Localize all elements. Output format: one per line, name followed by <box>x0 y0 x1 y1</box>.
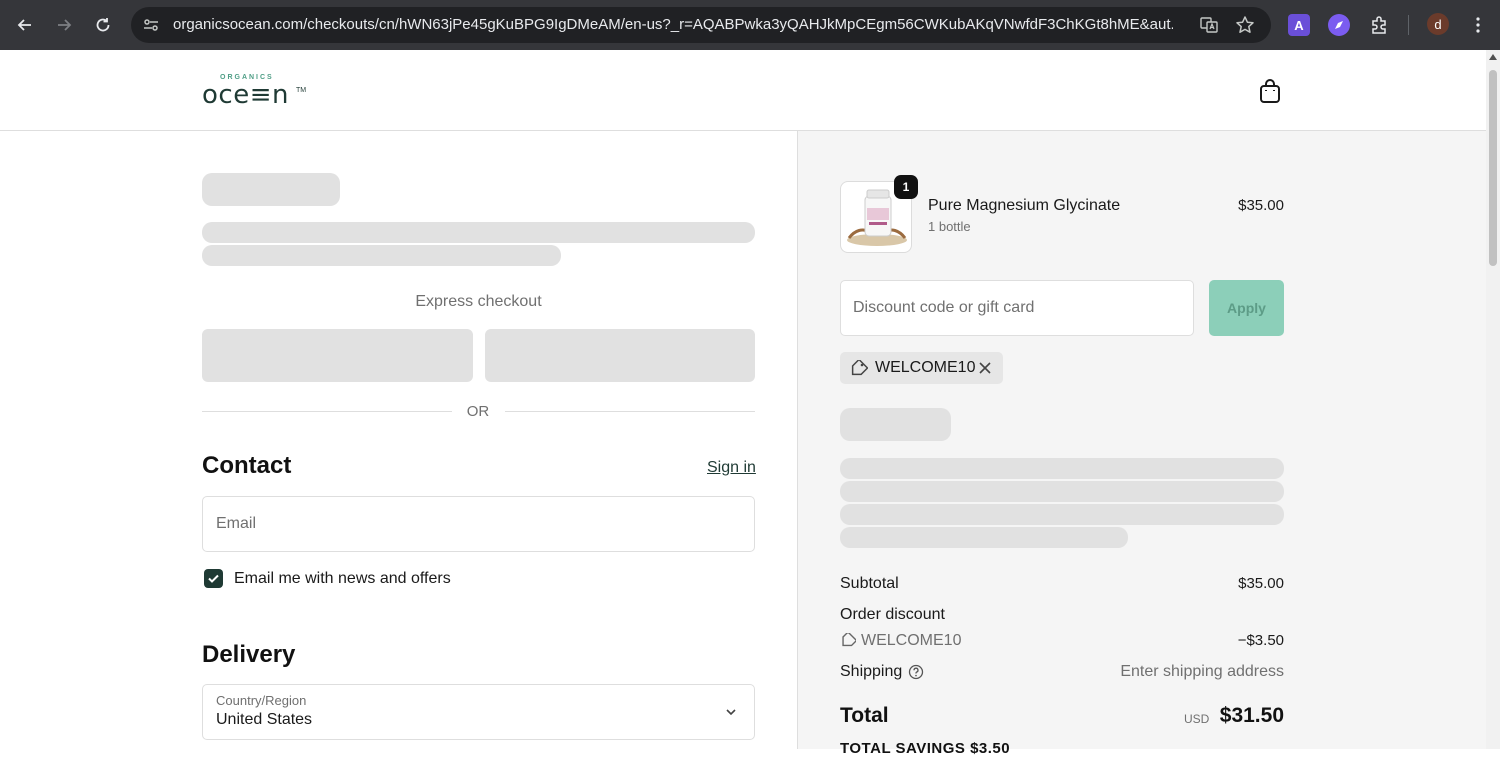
loading-skeleton-line <box>202 245 561 266</box>
contact-heading: Contact <box>202 452 292 479</box>
shipping-value: Enter shipping address <box>1120 663 1284 680</box>
translate-icon[interactable] <box>1199 15 1219 35</box>
store-header: ORGANICS oce≡n TM <box>0 50 1486 131</box>
product-price: $35.00 <box>1238 197 1284 214</box>
quantity-badge: 1 <box>894 175 918 199</box>
loading-skeleton-line <box>840 527 1128 548</box>
or-separator: OR <box>466 403 490 420</box>
url-text[interactable]: organicsocean.com/checkouts/cn/hWN63jPe4… <box>173 16 1173 33</box>
newsletter-label[interactable]: Email me with news and offers <box>234 570 451 588</box>
email-placeholder: Email <box>216 515 257 532</box>
discount-value: −$3.50 <box>1237 632 1284 649</box>
product-variant: 1 bottle <box>928 219 971 234</box>
extension-compass-icon[interactable] <box>1328 14 1350 36</box>
reload-icon[interactable] <box>90 12 116 38</box>
loading-skeleton-line <box>840 504 1284 525</box>
site-settings-icon[interactable] <box>141 15 161 35</box>
tag-icon <box>840 631 858 648</box>
toolbar-divider <box>1408 15 1409 35</box>
shopping-bag-icon[interactable] <box>1258 78 1282 104</box>
extension-a-icon[interactable]: A <box>1288 14 1310 36</box>
product-name: Pure Magnesium Glycinate <box>928 197 1121 214</box>
browser-menu-icon[interactable] <box>1465 12 1491 38</box>
forward-icon[interactable] <box>51 12 77 38</box>
email-field[interactable]: Email <box>202 496 755 552</box>
loading-skeleton-line <box>840 458 1284 479</box>
express-checkout-label: Express checkout <box>415 293 542 310</box>
express-payment-button[interactable] <box>485 329 755 382</box>
total-value: $31.50 <box>1219 704 1284 727</box>
loading-skeleton-title <box>202 173 340 206</box>
address-bar[interactable]: organicsocean.com/checkouts/cn/hWN63jPe4… <box>131 7 1271 43</box>
applied-code: WELCOME10 <box>875 359 976 376</box>
sign-in-link[interactable]: Sign in <box>707 459 756 477</box>
newsletter-checkbox[interactable] <box>204 569 223 588</box>
apply-discount-button[interactable]: Apply <box>1209 280 1284 336</box>
subtotal-label: Subtotal <box>840 575 899 592</box>
logo-trademark: TM <box>296 87 307 94</box>
discount-code-input[interactable]: Discount code or gift card <box>840 280 1194 336</box>
applied-discount-chip: WELCOME10 <box>840 352 1003 384</box>
country-label: Country/Region <box>216 693 307 708</box>
extensions-puzzle-icon[interactable] <box>1368 14 1390 36</box>
shipping-label: Shipping <box>840 663 903 680</box>
page-scrollbar[interactable] <box>1486 50 1500 749</box>
express-payment-button[interactable] <box>202 329 473 382</box>
divider-line <box>202 411 452 412</box>
back-icon[interactable] <box>12 12 38 38</box>
bookmark-star-icon[interactable] <box>1235 15 1255 35</box>
checkmark-icon <box>208 574 219 583</box>
discount-code-label: WELCOME10 <box>861 632 962 649</box>
scrollbar-thumb[interactable] <box>1489 70 1497 266</box>
country-select[interactable]: Country/Region United States <box>202 684 755 740</box>
country-value: United States <box>216 711 313 728</box>
remove-discount-icon[interactable] <box>977 360 993 376</box>
scroll-up-arrow[interactable] <box>1489 54 1497 60</box>
total-currency: USD <box>1184 712 1210 726</box>
chevron-down-icon <box>724 705 738 719</box>
loading-skeleton-title <box>840 408 951 441</box>
divider-line <box>505 411 755 412</box>
loading-skeleton-line <box>202 222 755 243</box>
delivery-heading: Delivery <box>202 641 296 668</box>
discount-placeholder: Discount code or gift card <box>853 299 1035 316</box>
subtotal-value: $35.00 <box>1238 575 1284 592</box>
total-label: Total <box>840 704 889 727</box>
profile-avatar[interactable]: d <box>1427 13 1449 35</box>
browser-toolbar: organicsocean.com/checkouts/cn/hWN63jPe4… <box>0 0 1500 50</box>
order-discount-label: Order discount <box>840 606 945 623</box>
logo-wordmark: oce≡n <box>202 80 289 110</box>
tag-icon <box>850 358 869 376</box>
loading-skeleton-line <box>840 481 1284 502</box>
help-icon[interactable] <box>908 664 924 680</box>
